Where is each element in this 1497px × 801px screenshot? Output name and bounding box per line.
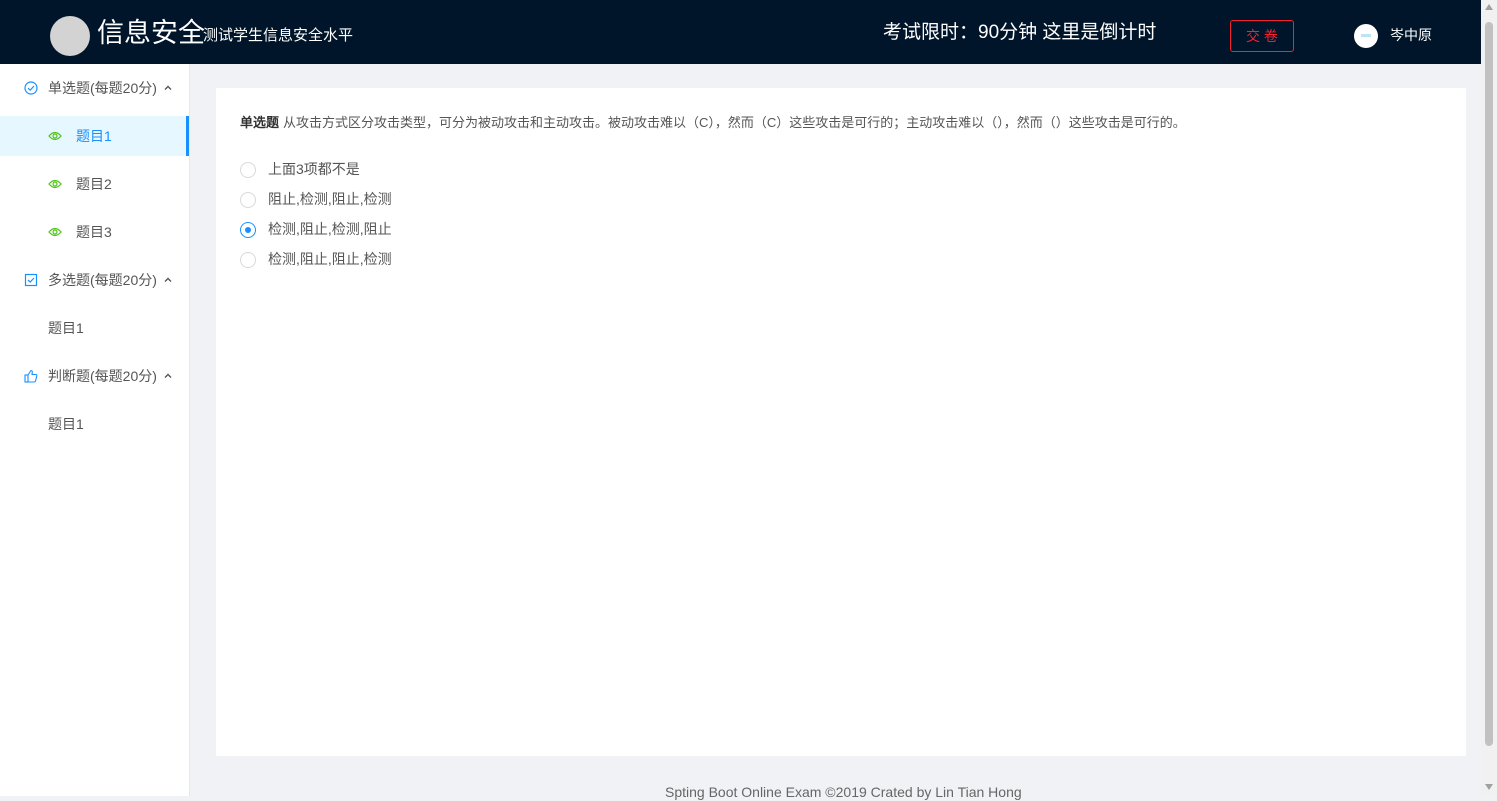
exam-timer: 考试限时：90分钟 这里是倒计时 <box>883 22 1157 43</box>
sidebar-item-tf-q1[interactable]: 题目1 <box>0 404 189 444</box>
scrollbar-thumb[interactable] <box>1485 22 1493 746</box>
option-label[interactable]: 阻止,检测,阻止,检测 <box>268 189 392 209</box>
radio-button[interactable] <box>240 192 256 208</box>
logo <box>50 16 90 56</box>
app-title: 信息安全 <box>97 18 205 48</box>
sidebar-item-multi-q1[interactable]: 题目1 <box>0 308 189 348</box>
radio-button[interactable] <box>240 252 256 268</box>
option-label[interactable]: 检测,阻止,检测,阻止 <box>268 219 392 239</box>
sidebar-item-label: 题目2 <box>76 176 112 192</box>
menu-group-single-choice[interactable]: 单选题(每题20分) <box>0 64 189 112</box>
sidebar-item-label: 题目3 <box>76 224 112 240</box>
footer-text: Spting Boot Online Exam ©2019 Crated by … <box>665 784 1022 800</box>
chevron-up-icon <box>164 373 172 378</box>
menu-group-label: 多选题(每题20分) <box>48 272 157 288</box>
eye-icon <box>48 227 62 237</box>
sidebar-item-label: 题目1 <box>76 128 112 144</box>
checkbox-icon <box>24 273 38 287</box>
option-label[interactable]: 检测,阻止,阻止,检测 <box>268 249 392 269</box>
sidebar-item-single-q2[interactable]: 题目2 <box>0 164 189 204</box>
sidebar-item-single-q3[interactable]: 题目3 <box>0 212 189 252</box>
scrollbar[interactable] <box>1481 0 1497 796</box>
menu-group-multiple-choice[interactable]: 多选题(每题20分) <box>0 256 189 304</box>
check-circle-icon <box>24 81 38 95</box>
thumbs-up-icon <box>24 369 38 383</box>
app-subtitle: 测试学生信息安全水平 <box>203 27 354 44</box>
question-text: 单选题 从攻击方式区分攻击类型，可分为被动攻击和主动攻击。被动攻击难以（C），然而… <box>240 114 1186 132</box>
submit-exam-button[interactable]: 交 卷 <box>1230 20 1294 52</box>
avatar[interactable] <box>1354 24 1378 48</box>
menu-group-label: 判断题(每题20分) <box>48 368 157 384</box>
radio-button[interactable] <box>240 162 256 178</box>
username[interactable]: 岑中原 <box>1390 26 1432 44</box>
sidebar-item-label: 题目1 <box>48 320 84 336</box>
chevron-up-icon <box>164 277 172 282</box>
sidebar-item-single-q1[interactable]: 题目1 <box>0 116 189 156</box>
chevron-up-icon <box>164 85 172 90</box>
question-body: 从攻击方式区分攻击类型，可分为被动攻击和主动攻击。被动攻击难以（C），然而（C）… <box>283 115 1186 130</box>
question-card: 单选题 从攻击方式区分攻击类型，可分为被动攻击和主动攻击。被动攻击难以（C），然而… <box>216 88 1466 756</box>
option-label[interactable]: 上面3项都不是 <box>268 159 360 179</box>
eye-icon <box>48 131 62 141</box>
sidebar: 单选题(每题20分) 题目1 题目2 题目3 多选题(每题20分) 题目1 判断… <box>0 64 190 796</box>
question-type-label: 单选题 <box>240 115 280 130</box>
menu-group-true-false[interactable]: 判断题(每题20分) <box>0 352 189 400</box>
menu-group-label: 单选题(每题20分) <box>48 80 157 96</box>
radio-button-selected[interactable] <box>240 222 256 238</box>
scroll-down-arrow-icon[interactable] <box>1485 784 1493 790</box>
eye-icon <box>48 179 62 189</box>
sidebar-item-label: 题目1 <box>48 416 84 432</box>
top-header: 信息安全 测试学生信息安全水平 考试限时：90分钟 这里是倒计时 交 卷 岑中原 <box>0 0 1481 64</box>
scroll-up-arrow-icon[interactable] <box>1485 4 1493 10</box>
